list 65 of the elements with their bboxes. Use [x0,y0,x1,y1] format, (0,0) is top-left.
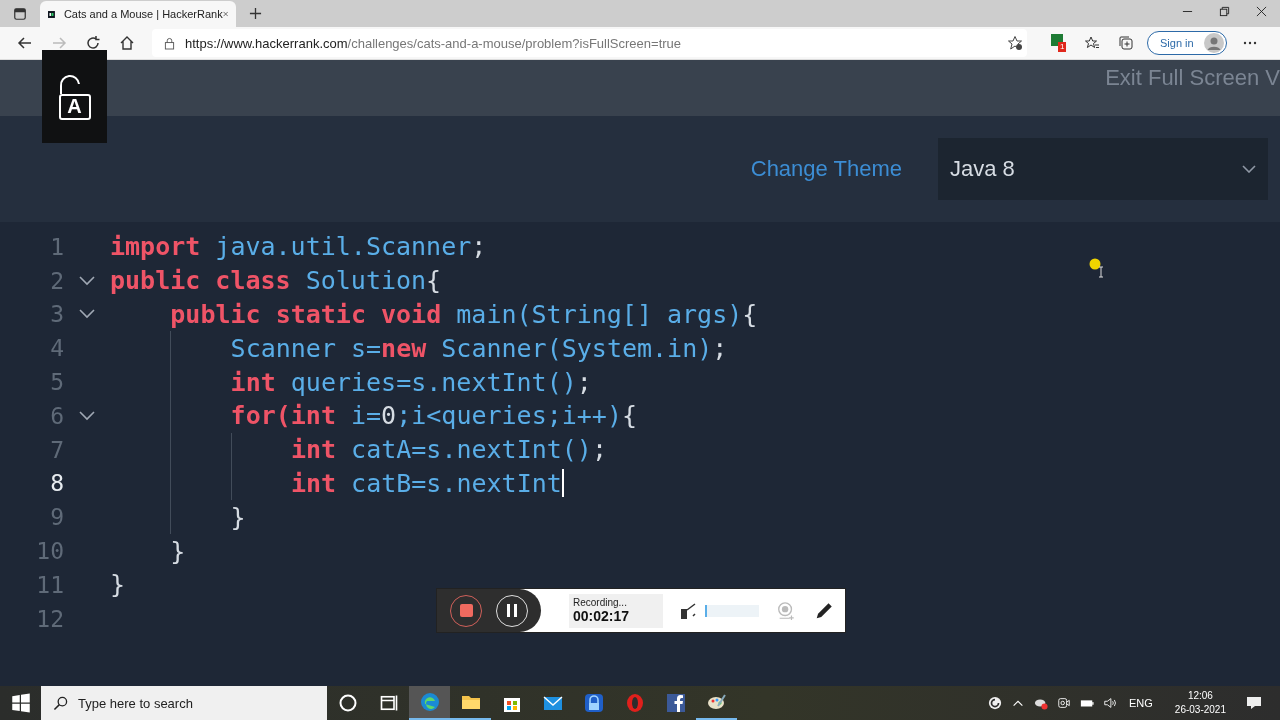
change-theme-link[interactable]: Change Theme [750,156,902,182]
cortana-icon[interactable] [337,693,358,713]
opera-icon[interactable] [624,693,645,713]
refresh-icon[interactable] [85,35,101,51]
line-number: 6 [49,402,64,429]
search-icon [53,696,68,711]
line-number: 5 [49,369,64,396]
home-icon[interactable] [119,35,135,51]
taskbar-search-field[interactable]: Type here to search [41,686,327,720]
line-number: 1 [49,233,64,260]
code-line: int queries=s.nextInt(); [230,367,592,397]
line-number: 10 [35,538,64,565]
line-number: 7 [49,436,64,463]
notification-badge: 1 [1058,42,1067,52]
lock-icon [164,36,175,50]
line-number: 3 [49,301,64,328]
code-line: Scanner s=new Scanner(System.in); [230,333,728,363]
notifications-icon[interactable] [1246,695,1262,711]
mail-icon[interactable] [542,693,563,713]
collections-icon[interactable] [1118,35,1134,51]
speaker-icon[interactable] [1102,696,1117,710]
new-tab-icon[interactable] [249,7,262,20]
extension-icon[interactable] [1050,33,1066,49]
code-line: public static void main(String[] args){ [170,300,758,329]
language-dropdown[interactable]: Java 8 [938,138,1268,200]
swirl-icon[interactable] [987,696,1002,710]
code-line: } [170,536,186,566]
tab-actions-icon[interactable] [13,7,27,21]
windows-start-icon[interactable] [10,693,31,713]
line-number: 2 [49,267,64,294]
clock[interactable]: 12:06 26-03-2021 [1174,689,1226,717]
code-line: int catA=s.nextInt(); [290,435,607,465]
line-number: 9 [49,504,64,531]
back-icon[interactable] [17,35,33,51]
code-line: int catB=s.nextInt [290,468,564,498]
browser-tab[interactable]: Cats and a Mouse | HackerRank [40,1,236,27]
chevron-down-icon [1242,165,1256,173]
caps-lock-letter: A [58,93,91,120]
code-line: for(int i=0;i<queries;i++){ [230,401,637,431]
code-line: } [230,502,246,532]
lock-app-icon[interactable] [583,693,604,713]
forward-icon[interactable] [51,35,67,51]
sign-in-button[interactable]: Sign in [1147,31,1227,55]
add-favorite-icon[interactable] [1007,35,1023,51]
restore-icon[interactable] [1219,6,1230,17]
line-number: 12 [35,605,64,632]
code-line: } [110,570,126,600]
recording-status: Recording... [573,597,628,608]
edge-browser-icon[interactable] [419,692,440,712]
line-number: 8 [49,470,64,497]
line-number: 4 [49,335,64,362]
recording-timer: 00:02:17 [573,608,631,624]
favorites-icon[interactable] [1084,35,1100,51]
camera-icon[interactable] [1056,696,1071,710]
line-number: 11 [35,571,64,598]
task-view-icon[interactable] [378,693,399,713]
paint-palette-icon[interactable] [706,692,727,712]
close-icon[interactable] [1256,6,1267,17]
facebook-icon[interactable] [665,693,686,713]
code-line: public class Solution{ [110,266,442,296]
code-line: import java.util.Scanner; [110,232,487,262]
avatar-icon [1203,33,1224,53]
address-bar[interactable]: https://www.hackerrank.com/challenges/cats-and-a-mouse/problem?isFullScreen=true [152,29,1027,57]
volume-slider[interactable] [705,604,759,617]
input-language[interactable]: ENG [1129,697,1153,709]
